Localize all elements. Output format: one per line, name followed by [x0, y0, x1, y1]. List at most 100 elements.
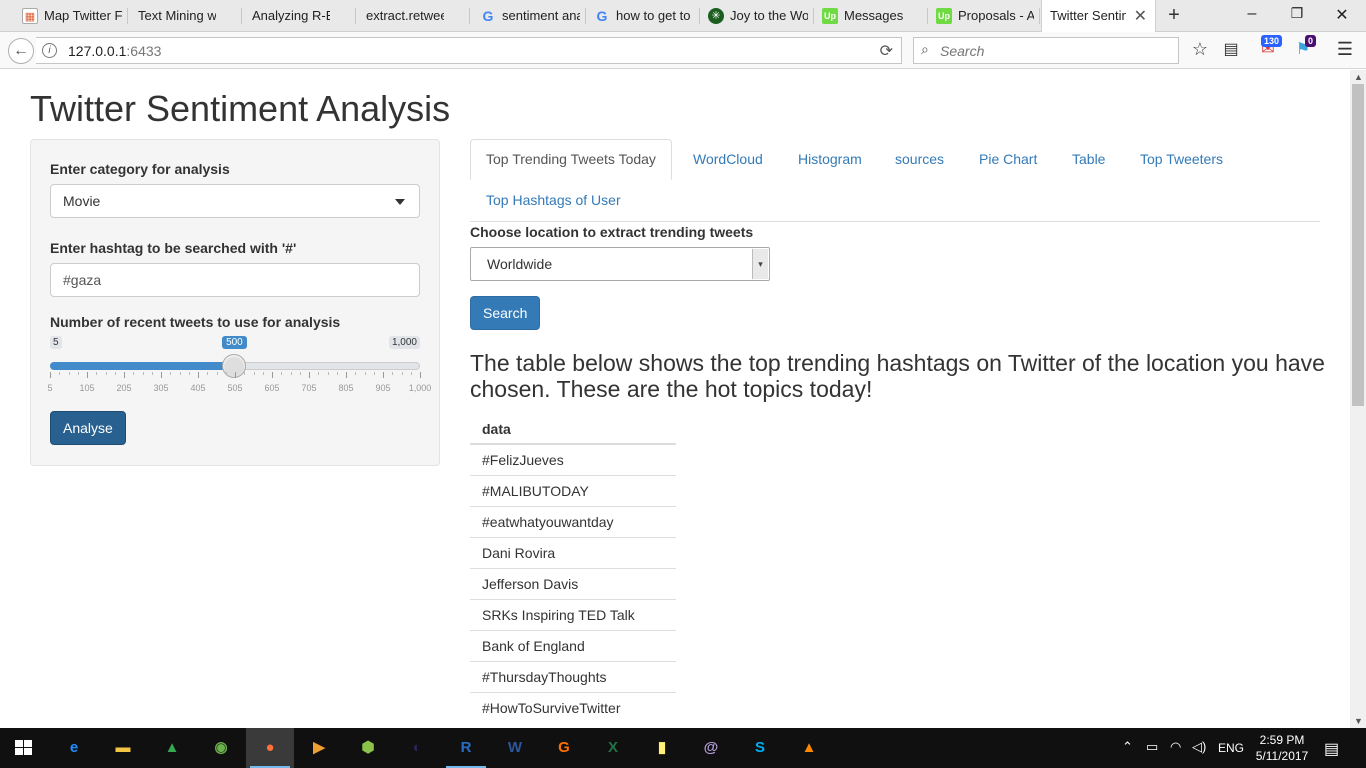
menu-icon[interactable]: ☰ — [1333, 39, 1357, 60]
scroll-up-icon[interactable]: ▲ — [1354, 72, 1363, 82]
tab-sources[interactable]: sources — [880, 139, 959, 180]
window-close-icon[interactable]: ✕ — [1327, 5, 1357, 25]
slider-minor-tick — [142, 372, 144, 375]
slider-value-label: 500 — [222, 336, 247, 349]
restore-icon[interactable]: ❐ — [1282, 5, 1312, 22]
table-row: Jefferson Davis — [470, 567, 676, 599]
slider-tick-label: 205 — [116, 383, 132, 393]
sticky-notes-icon: ▮ — [657, 739, 667, 756]
table-row: #MALIBUTODAY — [470, 474, 676, 506]
scroll-down-icon[interactable]: ▼ — [1354, 716, 1363, 726]
taskbar-app-spiral-app[interactable]: @ — [687, 728, 735, 768]
taskbar-app-skype[interactable]: S — [736, 728, 784, 768]
browser-tab-active[interactable]: Twitter Sentim ✕ — [1041, 0, 1156, 33]
category-select[interactable]: Movie — [50, 184, 420, 218]
volume-icon[interactable]: ◁) — [1192, 739, 1206, 755]
taskbar-app-r[interactable]: R — [442, 728, 490, 768]
wifi-icon[interactable]: ◠ — [1170, 739, 1181, 755]
page-scrollbar[interactable]: ▲ ▼ — [1350, 70, 1366, 728]
language-indicator[interactable]: ENG — [1218, 741, 1244, 755]
taskbar-app-file-explorer[interactable]: ▬ — [99, 728, 147, 768]
table-row: #ThursdayThoughts — [470, 660, 676, 692]
start-button[interactable] — [0, 728, 48, 768]
browser-nav-bar: ← i 127.0.0.1:6433 ⟳ ⌕ ☆ ▤ ✉ 130 ⚑ 0 ☰ — [0, 32, 1366, 69]
show-hidden-icons-icon[interactable]: ⌃ — [1122, 739, 1133, 755]
taskbar-app-eclipse[interactable]: ◐ — [393, 728, 441, 768]
browser-tab[interactable]: G how to get to — [588, 0, 700, 32]
browser-tab[interactable]: ▦ Map Twitter F — [16, 0, 128, 32]
browser-search-input[interactable] — [940, 42, 1170, 60]
taskbar-app-video-player[interactable]: ▶ — [295, 728, 343, 768]
taskbar-app-vlc[interactable]: ▲ — [785, 728, 833, 768]
slider-tick-label: 405 — [190, 383, 206, 393]
tab-histogram[interactable]: Histogram — [783, 139, 877, 180]
taskbar-app-word[interactable]: W — [491, 728, 539, 768]
eclipse-icon: ◐ — [412, 739, 422, 756]
slider-min-label: 5 — [50, 336, 62, 349]
slider-minor-tick — [68, 372, 70, 375]
chevron-down-icon: ▾ — [752, 249, 768, 279]
tab-pie-chart[interactable]: Pie Chart — [964, 139, 1052, 180]
browser-search-box[interactable]: ⌕ — [913, 37, 1179, 64]
scrollbar-thumb[interactable] — [1352, 84, 1364, 406]
slider-tick-label: 605 — [264, 383, 280, 393]
tab-table[interactable]: Table — [1057, 139, 1120, 180]
reading-list-icon[interactable]: ▤ — [1219, 39, 1243, 59]
slider-minor-tick — [225, 372, 227, 375]
tab-top-hashtags-of-user[interactable]: Top Hashtags of User — [471, 180, 636, 221]
browser-tab[interactable]: ✳ Joy to the Wo — [702, 0, 814, 32]
slider-minor-tick — [299, 372, 301, 375]
back-arrow-icon[interactable]: ← — [8, 38, 34, 64]
taskbar-app-edge[interactable]: e — [50, 728, 98, 768]
tweets-count-slider[interactable]: 5 1,000 500 5 105 205 305 405 505 605 705 805 905… — [47, 336, 431, 396]
location-select[interactable]: Worldwide ▾ — [470, 247, 770, 281]
url-bar[interactable]: i 127.0.0.1:6433 ⟳ — [36, 37, 902, 64]
slider-minor-tick — [207, 372, 209, 375]
taskbar-app-firefox[interactable]: ● — [246, 728, 294, 768]
tab-wordcloud[interactable]: WordCloud — [678, 139, 778, 180]
page-title: Twitter Sentiment Analysis — [30, 88, 451, 129]
analyse-button[interactable]: Analyse — [50, 411, 126, 445]
browser-tab-label: sentiment ana — [502, 8, 580, 23]
slider-minor-tick — [318, 372, 320, 375]
browser-tab[interactable]: Text Mining with F — [130, 0, 242, 32]
browser-tab[interactable]: extract.retweets fu — [358, 0, 470, 32]
browser-tab[interactable]: Up Messages — [816, 0, 928, 32]
firefox-icon: ● — [265, 739, 275, 756]
search-button[interactable]: Search — [470, 296, 541, 330]
battery-icon[interactable]: ▭ — [1146, 739, 1158, 755]
minimize-icon[interactable]: – — [1237, 5, 1267, 23]
slider-minor-tick — [373, 372, 375, 375]
slider-minor-tick — [336, 372, 338, 375]
bookmark-star-icon[interactable]: ☆ — [1188, 39, 1212, 60]
browser-tab[interactable]: G sentiment ana — [474, 0, 586, 32]
system-clock[interactable]: 2:59 PM 5/11/2017 — [1252, 732, 1312, 764]
table-cell: Dani Rovira — [470, 536, 676, 568]
google-drive-icon: ▲ — [164, 739, 180, 756]
category-select-value: Movie — [63, 193, 101, 209]
slider-tick-label: 505 — [227, 383, 243, 393]
taskbar-app-android-app[interactable]: ⬢ — [344, 728, 392, 768]
taskbar-app-pdf-app[interactable]: G — [540, 728, 588, 768]
android-app-icon: ⬢ — [361, 739, 375, 756]
table-row: Bank of England — [470, 629, 676, 661]
trending-description: The table below shows the top trending h… — [470, 350, 1325, 402]
new-tab-button[interactable]: + — [1163, 4, 1185, 27]
tab-top-trending-tweets[interactable]: Top Trending Tweets Today — [470, 139, 672, 180]
tab-top-tweeters[interactable]: Top Tweeters — [1125, 139, 1238, 180]
taskbar-app-globe-app[interactable]: ◉ — [197, 728, 245, 768]
taskbar-app-google-drive[interactable]: ▲ — [148, 728, 196, 768]
close-tab-icon[interactable]: ✕ — [1134, 6, 1147, 26]
slider-minor-tick — [327, 372, 329, 375]
info-icon[interactable]: i — [42, 43, 57, 58]
taskbar-app-excel[interactable]: X — [589, 728, 637, 768]
taskbar-app-sticky-notes[interactable]: ▮ — [638, 728, 686, 768]
browser-tab[interactable]: Analyzing R-Blogg — [244, 0, 356, 32]
hashtag-input[interactable]: #gaza — [50, 263, 420, 297]
slider-tick — [124, 372, 125, 378]
google-icon: G — [482, 8, 494, 24]
trending-table: data #FelizJueves #MALIBUTODAY #eatwhaty… — [470, 415, 676, 723]
action-center-icon[interactable]: ▤ — [1324, 739, 1339, 759]
reload-icon[interactable]: ⟳ — [880, 41, 893, 61]
browser-tab[interactable]: Up Proposals - A — [930, 0, 1040, 32]
